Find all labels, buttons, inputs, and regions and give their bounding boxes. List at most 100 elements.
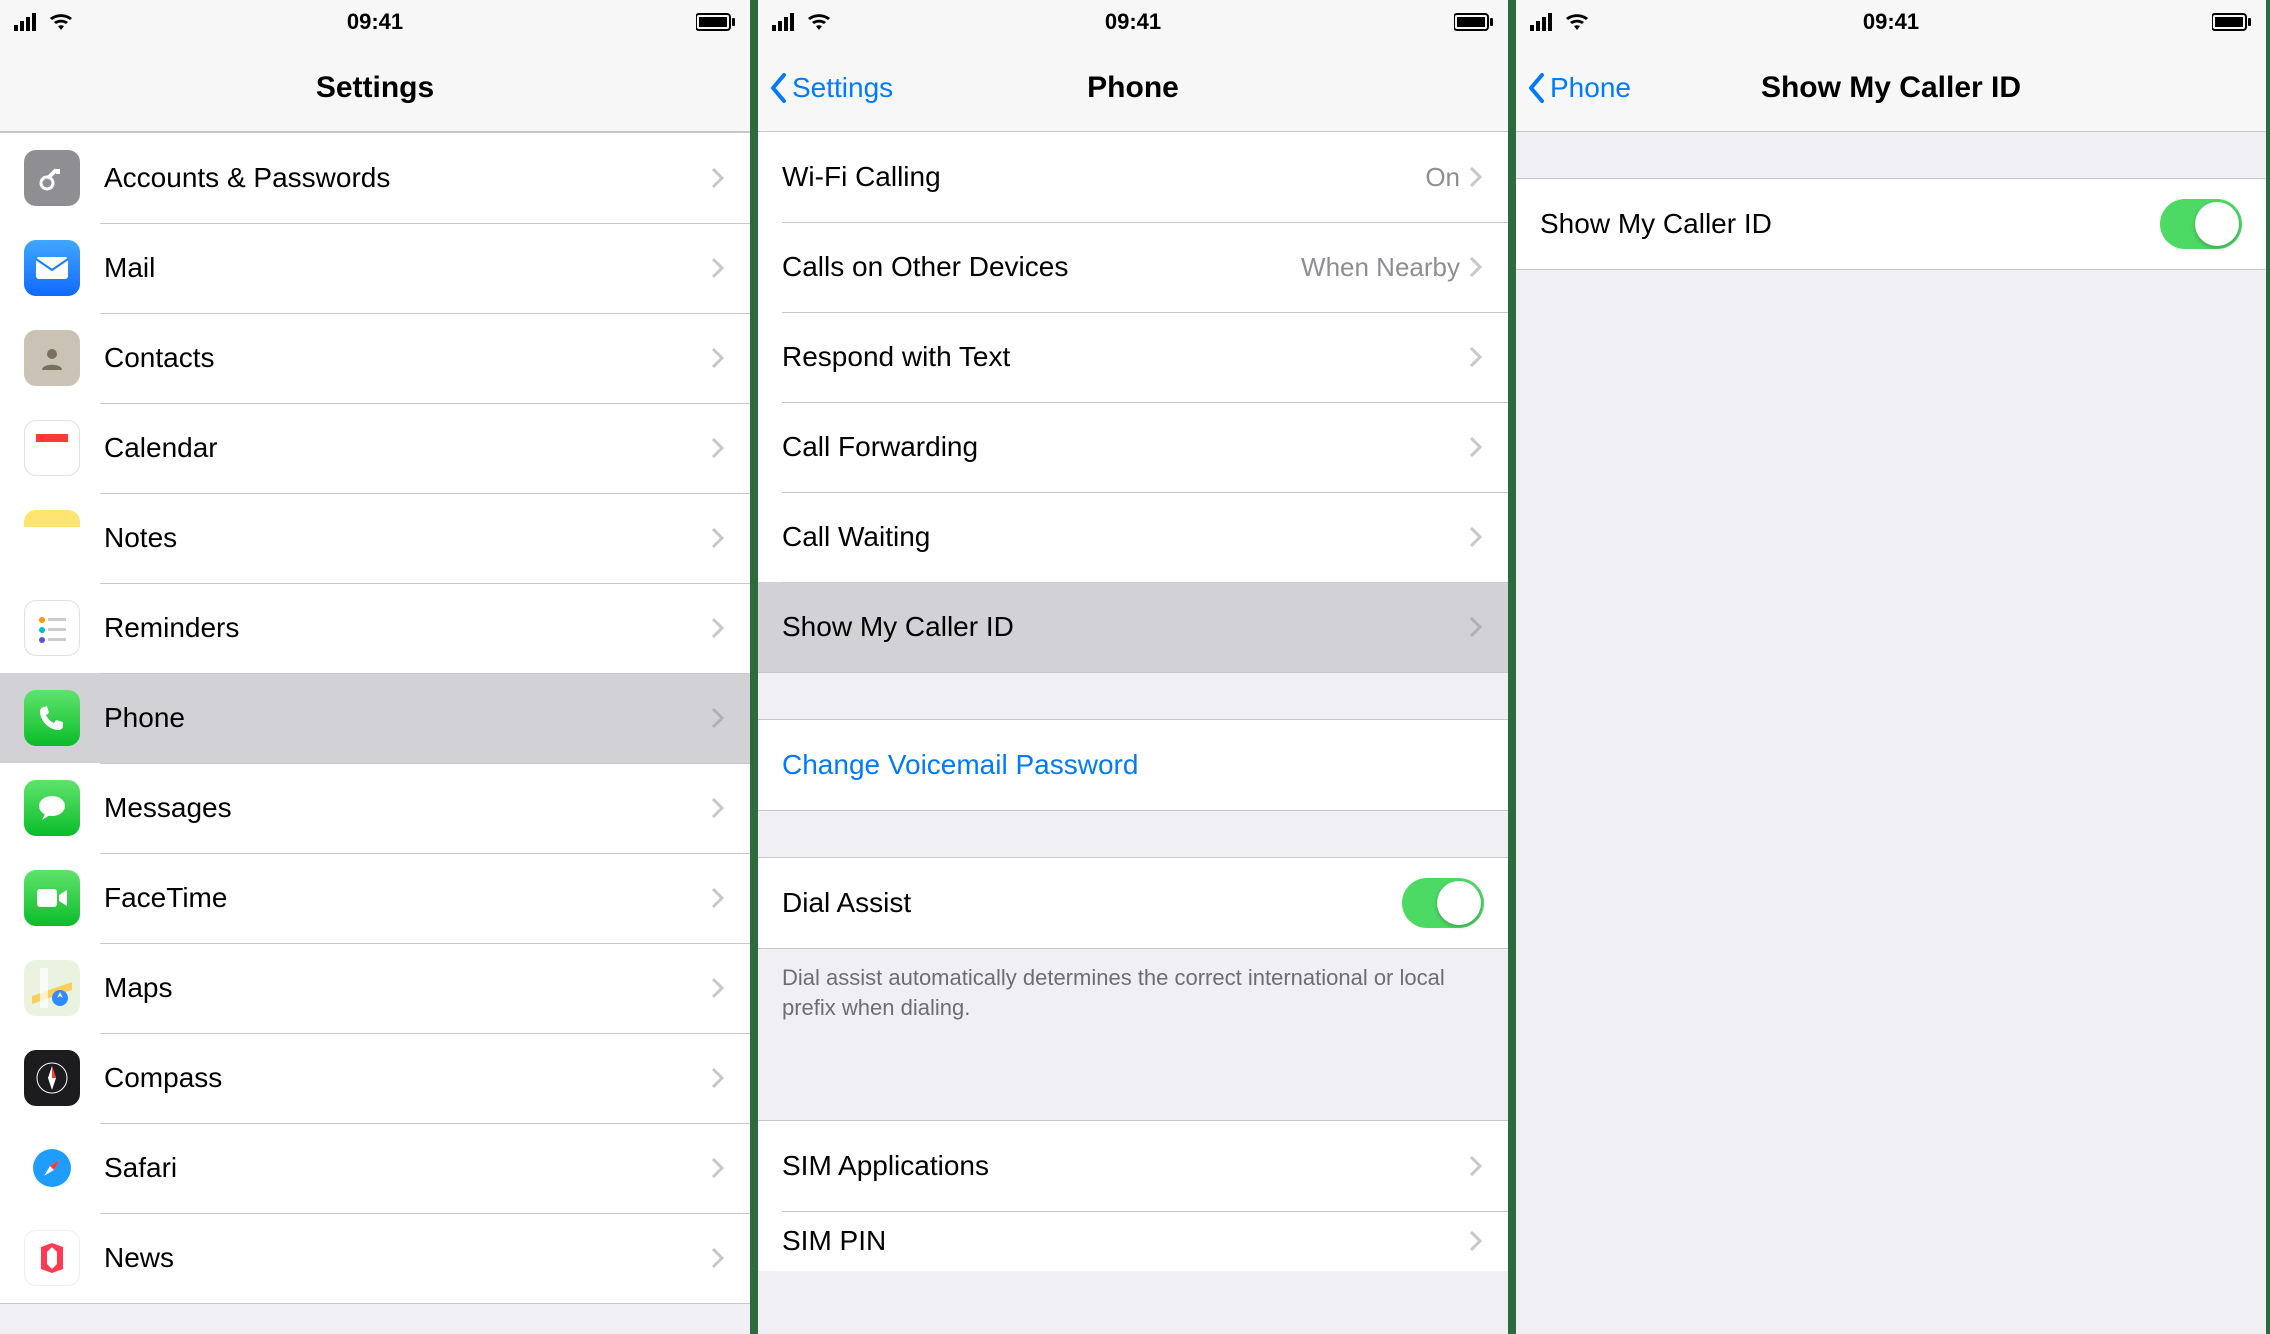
screen-caller-id: 09:41 Phone Show My Caller ID Show My Ca… — [1516, 0, 2266, 1334]
caller-id-list: Show My Caller ID — [1516, 132, 2266, 270]
chevron-right-icon — [710, 1066, 726, 1090]
chevron-right-icon — [1468, 255, 1484, 279]
row-safari[interactable]: Safari — [0, 1123, 750, 1213]
row-contacts[interactable]: Contacts — [0, 313, 750, 403]
row-label: FaceTime — [104, 882, 227, 914]
row-label: Safari — [104, 1152, 177, 1184]
nav-bar: Settings — [0, 44, 750, 132]
row-mail[interactable]: Mail — [0, 223, 750, 313]
chevron-right-icon — [1468, 1229, 1484, 1253]
row-change-voicemail-password[interactable]: Change Voicemail Password — [758, 720, 1508, 810]
wifi-icon — [1564, 13, 1590, 31]
row-facetime[interactable]: FaceTime — [0, 853, 750, 943]
row-notes[interactable]: Notes — [0, 493, 750, 583]
row-label: Reminders — [104, 612, 239, 644]
row-label: Show My Caller ID — [782, 611, 1014, 643]
back-button[interactable]: Settings — [768, 44, 893, 131]
compass-icon — [24, 1050, 80, 1106]
row-label: Show My Caller ID — [1540, 208, 1772, 240]
nav-title: Show My Caller ID — [1761, 71, 2021, 105]
status-time: 09:41 — [758, 9, 1508, 35]
chevron-right-icon — [1468, 165, 1484, 189]
row-calls-other-devices[interactable]: Calls on Other Devices When Nearby — [758, 222, 1508, 312]
row-label: Wi-Fi Calling — [782, 161, 941, 193]
row-label: Call Forwarding — [782, 431, 978, 463]
reminders-icon — [24, 600, 80, 656]
row-news[interactable]: News — [0, 1213, 750, 1303]
phone-icon — [24, 690, 80, 746]
chevron-right-icon — [710, 706, 726, 730]
status-bar: 09:41 — [0, 0, 750, 44]
row-phone[interactable]: Phone — [0, 673, 750, 763]
row-messages[interactable]: Messages — [0, 763, 750, 853]
row-label: Notes — [104, 522, 177, 554]
row-label: Calendar — [104, 432, 218, 464]
caller-id-toggle[interactable] — [2160, 199, 2242, 249]
dial-assist-toggle[interactable] — [1402, 878, 1484, 928]
row-label: Accounts & Passwords — [104, 162, 390, 194]
contacts-icon — [24, 330, 80, 386]
messages-icon — [24, 780, 80, 836]
row-reminders[interactable]: Reminders — [0, 583, 750, 673]
row-label: SIM Applications — [782, 1150, 989, 1182]
news-icon — [24, 1230, 80, 1286]
row-show-my-caller-id[interactable]: Show My Caller ID — [758, 582, 1508, 672]
chevron-right-icon — [710, 976, 726, 1000]
back-button[interactable]: Phone — [1526, 44, 1631, 131]
chevron-right-icon — [710, 166, 726, 190]
key-icon — [24, 150, 80, 206]
chevron-right-icon — [1468, 345, 1484, 369]
row-label: Change Voicemail Password — [782, 749, 1138, 781]
row-label: SIM PIN — [782, 1225, 886, 1257]
nav-bar: Settings Phone — [758, 44, 1508, 132]
row-label: Compass — [104, 1062, 222, 1094]
chevron-left-icon — [1526, 72, 1546, 104]
row-value: On — [1425, 162, 1468, 193]
signal-icon — [14, 13, 42, 31]
battery-icon — [1454, 13, 1494, 31]
mail-icon — [24, 240, 80, 296]
notes-icon — [24, 510, 80, 566]
row-label: Dial Assist — [782, 887, 911, 919]
nav-title: Phone — [1087, 71, 1179, 105]
row-label: News — [104, 1242, 174, 1274]
row-label: Contacts — [104, 342, 215, 374]
row-call-forwarding[interactable]: Call Forwarding — [758, 402, 1508, 492]
row-label: Maps — [104, 972, 172, 1004]
row-call-waiting[interactable]: Call Waiting — [758, 492, 1508, 582]
chevron-right-icon — [1468, 1154, 1484, 1178]
chevron-right-icon — [710, 526, 726, 550]
dial-assist-note: Dial assist automatically determines the… — [758, 949, 1508, 1030]
battery-icon — [696, 13, 736, 31]
row-label: Call Waiting — [782, 521, 930, 553]
screen-phone: 09:41 Settings Phone Wi-Fi Calling On — [758, 0, 1508, 1334]
chevron-right-icon — [1468, 615, 1484, 639]
row-sim-applications[interactable]: SIM Applications — [758, 1121, 1508, 1211]
status-bar: 09:41 — [758, 0, 1508, 44]
maps-icon — [24, 960, 80, 1016]
chevron-right-icon — [710, 1246, 726, 1270]
chevron-right-icon — [710, 616, 726, 640]
row-show-my-caller-id-toggle[interactable]: Show My Caller ID — [1516, 179, 2266, 269]
row-label: Mail — [104, 252, 155, 284]
row-dial-assist[interactable]: Dial Assist — [758, 858, 1508, 948]
row-accounts-passwords[interactable]: Accounts & Passwords — [0, 133, 750, 223]
row-maps[interactable]: Maps — [0, 943, 750, 1033]
chevron-right-icon — [1468, 525, 1484, 549]
chevron-right-icon — [710, 346, 726, 370]
status-time: 09:41 — [1516, 9, 2266, 35]
chevron-right-icon — [710, 886, 726, 910]
row-respond-with-text[interactable]: Respond with Text — [758, 312, 1508, 402]
screen-settings: 09:41 Settings Accounts & Passwords — [0, 0, 750, 1334]
status-time: 09:41 — [0, 9, 750, 35]
settings-list: Accounts & Passwords Mail Contacts Calen… — [0, 132, 750, 1304]
row-compass[interactable]: Compass — [0, 1033, 750, 1123]
row-wifi-calling[interactable]: Wi-Fi Calling On — [758, 132, 1508, 222]
row-calendar[interactable]: Calendar — [0, 403, 750, 493]
back-label: Phone — [1550, 72, 1631, 104]
chevron-left-icon — [768, 72, 788, 104]
wifi-icon — [806, 13, 832, 31]
row-sim-pin[interactable]: SIM PIN — [758, 1211, 1508, 1271]
facetime-icon — [24, 870, 80, 926]
row-label: Messages — [104, 792, 232, 824]
